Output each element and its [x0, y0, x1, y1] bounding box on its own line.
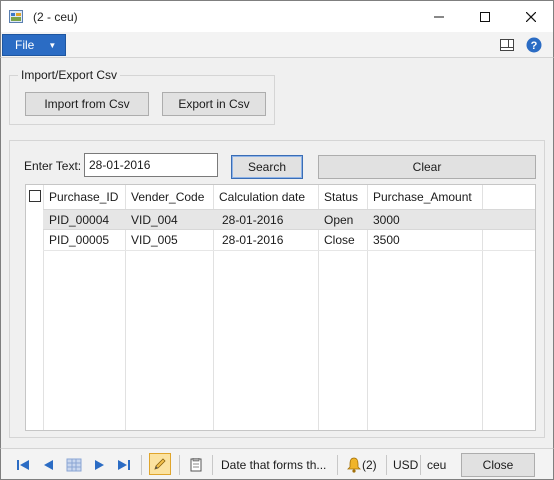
cell-purchase-amount: 3000 [373, 213, 400, 227]
table-row[interactable]: PID_00005 VID_005 28-01-2016 Close 3500 [43, 230, 535, 251]
clear-button[interactable]: Clear [318, 155, 536, 179]
column-header-status[interactable]: Status [318, 185, 367, 209]
import-csv-button[interactable]: Import from Csv [25, 92, 149, 116]
cell-vender-code: VID_005 [131, 233, 178, 247]
currency-indicator: USD [393, 458, 419, 472]
cell-purchase-id: PID_00004 [49, 213, 110, 227]
cell-vender-code: VID_004 [131, 213, 178, 227]
cell-calculation-date: 28-01-2016 [222, 233, 284, 247]
table-row[interactable]: PID_00004 VID_004 28-01-2016 Open 3000 [43, 209, 535, 230]
search-label: Enter Text: [24, 159, 82, 173]
layout-icon[interactable] [499, 37, 515, 53]
purchase-grid: Purchase_ID Vender_Code Calculation date… [25, 184, 536, 431]
cell-purchase-id: PID_00005 [49, 233, 110, 247]
close-window-button[interactable] [508, 1, 554, 33]
company-indicator: ceu [427, 458, 447, 472]
status-separator [212, 455, 213, 475]
import-export-group-title: Import/Export Csv [18, 68, 121, 82]
chevron-down-icon: ▼ [48, 40, 57, 50]
window-title: (2 - ceu) [33, 10, 78, 24]
cell-purchase-amount: 3500 [373, 233, 400, 247]
column-header-purchase-amount[interactable]: Purchase_Amount [367, 185, 482, 209]
cell-calculation-date: 28-01-2016 [222, 213, 284, 227]
maximize-button[interactable] [462, 1, 508, 33]
minimize-icon [434, 16, 444, 18]
notification-count[interactable]: (2) [362, 458, 377, 472]
export-csv-button[interactable]: Export in Csv [162, 92, 266, 116]
column-header-calculation-date[interactable]: Calculation date [213, 185, 318, 209]
svg-text:?: ? [531, 40, 538, 52]
next-record-icon[interactable] [91, 458, 107, 472]
app-icon [9, 10, 23, 23]
column-header-purchase-id[interactable]: Purchase_ID [43, 185, 125, 209]
status-bar: Date that forms th... (2) USD ceu Close [0, 448, 554, 480]
grid-view-icon[interactable] [66, 458, 82, 472]
last-record-icon[interactable] [116, 458, 132, 472]
file-menu-button[interactable]: File ▼ [2, 34, 66, 56]
title-bar: (2 - ceu) [0, 0, 554, 32]
minimize-button[interactable] [416, 1, 462, 33]
field-help-text: Date that forms th... [221, 458, 327, 472]
status-separator [337, 455, 338, 475]
maximize-icon [480, 12, 490, 22]
search-input[interactable]: 28-01-2016 [84, 153, 218, 177]
search-button[interactable]: Search [231, 155, 303, 179]
file-menu-label: File [15, 38, 35, 52]
status-separator [420, 455, 421, 475]
bell-icon[interactable] [346, 457, 362, 473]
column-header-vender-code[interactable]: Vender_Code [125, 185, 213, 209]
menu-bar: File ▼ ? [0, 32, 554, 58]
edit-mode-button[interactable] [149, 453, 171, 475]
attachment-icon[interactable] [188, 458, 204, 472]
import-export-group: Import/Export Csv Import from Csv Export… [9, 68, 275, 125]
cell-status: Open [324, 213, 354, 227]
close-button[interactable]: Close [461, 453, 535, 477]
previous-record-icon[interactable] [41, 458, 57, 472]
status-separator [141, 455, 142, 475]
select-all-checkbox[interactable] [29, 190, 41, 202]
cell-status: Close [324, 233, 355, 247]
close-icon [526, 12, 536, 22]
help-icon[interactable]: ? [526, 37, 542, 53]
form-content: Import/Export Csv Import from Csv Export… [0, 58, 554, 448]
status-separator [386, 455, 387, 475]
pencil-icon [154, 458, 166, 470]
status-separator [179, 455, 180, 475]
first-record-icon[interactable] [15, 458, 31, 472]
search-group: Enter Text: 28-01-2016 Search Clear Purc… [9, 140, 545, 438]
